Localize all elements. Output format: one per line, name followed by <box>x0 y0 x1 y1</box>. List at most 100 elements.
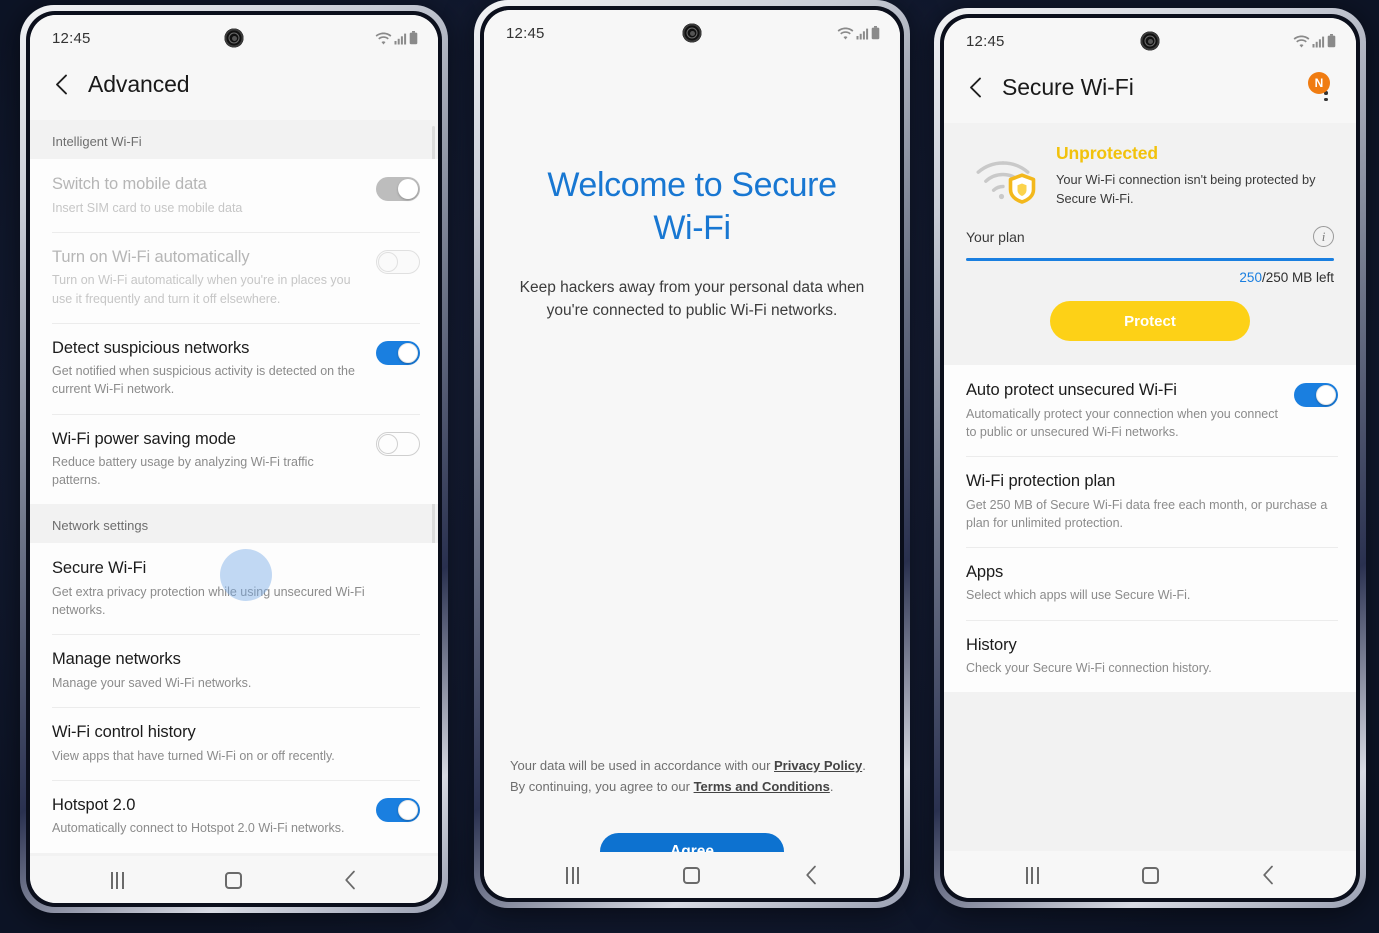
row-subtitle: Reduce battery usage by analyzing Wi-Fi … <box>52 455 314 488</box>
privacy-policy-link[interactable]: Privacy Policy <box>774 758 862 773</box>
row-title: Wi-Fi power saving mode <box>52 429 236 448</box>
toggle-knob <box>398 342 418 363</box>
setting-row-wifi-control-history[interactable]: Wi-Fi control history View apps that hav… <box>30 707 438 780</box>
home-icon[interactable] <box>1141 866 1159 884</box>
setting-row-hotspot-20[interactable]: Hotspot 2.0 Automatically connect to Hot… <box>30 779 438 853</box>
menu-dot <box>1324 97 1328 102</box>
page-title: Advanced <box>88 71 190 97</box>
status-time: 12:45 <box>52 29 91 47</box>
status-time: 12:45 <box>506 24 545 42</box>
legal-part-3: . <box>829 778 834 794</box>
battery-icon <box>1327 34 1336 48</box>
recent-apps-icon[interactable] <box>110 871 124 889</box>
row-subtitle: Select which apps will use Secure Wi-Fi. <box>966 588 1191 603</box>
terms-and-conditions-link[interactable]: Terms and Conditions <box>694 779 830 794</box>
settings-scroll-area[interactable]: Intelligent Wi-Fi Switch to mobile data … <box>30 120 438 856</box>
row-text: History Check your Secure Wi-Fi connecti… <box>966 635 1338 678</box>
chevron-left-icon <box>55 74 67 95</box>
toggle-auto-protect-unsecured-wifi[interactable] <box>1294 383 1338 408</box>
toggle-wifi-power-saving-mode[interactable] <box>376 431 420 456</box>
wifi-icon <box>837 27 854 39</box>
nav-bar-1 <box>30 857 438 903</box>
setting-row-apps[interactable]: Apps Select which apps will use Secure W… <box>944 546 1356 620</box>
setting-row-auto-protect-unsecured-wifi[interactable]: Auto protect unsecured Wi-Fi Automatical… <box>944 365 1356 456</box>
wifi-icon <box>1293 35 1310 47</box>
legal-part-1: Your data will be used in accordance wit… <box>510 757 775 773</box>
status-time: 12:45 <box>966 32 1005 50</box>
recent-apps-icon[interactable] <box>1025 866 1039 884</box>
status-bar-3: 12:45 <box>944 18 1356 64</box>
phone-bezel-1: 12:45 Advanced Intelligent Wi-Fi Switch … <box>26 11 442 907</box>
protection-status-row: Unprotected Your Wi-Fi connection isn't … <box>966 141 1334 222</box>
notification-badge: N <box>1308 72 1330 94</box>
battery-icon <box>409 31 418 45</box>
secure-wifi-scroll-area[interactable]: Unprotected Your Wi-Fi connection isn't … <box>944 123 1356 851</box>
back-icon[interactable] <box>344 870 357 890</box>
toggle-hotspot-20[interactable] <box>376 797 420 822</box>
wifi-shield-unprotected-icon <box>966 147 1040 205</box>
nav-bar-2 <box>484 852 900 898</box>
recent-apps-icon[interactable] <box>566 866 580 884</box>
setting-row-manage-networks[interactable]: Manage networks Manage your saved Wi-Fi … <box>30 634 438 707</box>
toggle-knob <box>398 799 418 820</box>
welcome-top: Welcome to Secure Wi-Fi Keep hackers awa… <box>484 56 900 322</box>
row-text: Hotspot 2.0 Automatically connect to Hot… <box>52 795 362 838</box>
toggle-detect-suspicious-networks[interactable] <box>376 340 420 365</box>
toggle-turn-on-wifi-automatically[interactable] <box>376 249 420 274</box>
plan-row: Your plan i <box>966 222 1334 248</box>
setting-row-wifi-power-saving-mode[interactable]: Wi-Fi power saving mode Reduce battery u… <box>30 413 438 505</box>
protect-button[interactable]: Protect <box>1050 301 1250 342</box>
welcome-content: Welcome to Secure Wi-Fi Keep hackers awa… <box>484 56 900 898</box>
row-text: Apps Select which apps will use Secure W… <box>966 562 1338 605</box>
phone-bezel-3: 12:45 Secure Wi-Fi N Unprotected Your Wi… <box>940 14 1360 902</box>
row-title: Manage networks <box>52 650 181 669</box>
chevron-left-icon <box>969 77 981 98</box>
plan-progress-bar <box>966 258 1334 262</box>
setting-row-detect-suspicious-networks[interactable]: Detect suspicious networks Get notified … <box>30 322 438 414</box>
phone-device-1: 12:45 Advanced Intelligent Wi-Fi Switch … <box>20 5 448 913</box>
row-title: Auto protect unsecured Wi-Fi <box>966 381 1177 400</box>
setting-row-switch-to-mobile-data[interactable]: Switch to mobile data Insert SIM card to… <box>30 159 438 232</box>
screenshot-stage: 12:45 Advanced Intelligent Wi-Fi Switch … <box>0 0 1379 933</box>
row-title: Wi-Fi protection plan <box>966 471 1116 490</box>
section-header-network-settings: Network settings <box>30 504 438 544</box>
home-icon[interactable] <box>683 866 701 884</box>
more-vertical-icon[interactable]: N <box>1308 72 1338 108</box>
phone-screen-secure-wifi: 12:45 Secure Wi-Fi N Unprotected Your Wi… <box>944 18 1356 898</box>
app-header-advanced: Advanced <box>30 61 438 120</box>
toggle-switch-to-mobile-data[interactable] <box>376 177 420 201</box>
info-icon[interactable]: i <box>1313 226 1334 248</box>
back-icon[interactable] <box>805 865 818 885</box>
back-button[interactable] <box>48 72 74 98</box>
toggle-knob <box>398 179 418 199</box>
row-title: History <box>966 635 1017 654</box>
wifi-icon <box>375 32 392 44</box>
cellular-signal-icon <box>856 28 869 39</box>
phone-screen-welcome: 12:45 Welcome to Secure Wi-Fi Keep hacke… <box>484 10 900 898</box>
setting-row-secure-wifi[interactable]: Secure Wi-Fi Get extra privacy protectio… <box>30 543 438 635</box>
secure-wifi-hero: Unprotected Your Wi-Fi connection isn't … <box>944 123 1356 366</box>
battery-icon <box>871 26 880 40</box>
setting-row-history[interactable]: History Check your Secure Wi-Fi connecti… <box>944 619 1356 693</box>
back-icon[interactable] <box>1262 865 1275 885</box>
phone-device-2: 12:45 Welcome to Secure Wi-Fi Keep hacke… <box>474 0 910 908</box>
row-subtitle: Insert SIM card to use mobile data <box>52 200 243 215</box>
plan-remaining-text: 250/250 MB left <box>966 270 1334 285</box>
row-text: Manage networks Manage your saved Wi-Fi … <box>52 649 420 692</box>
row-title: Switch to mobile data <box>52 175 207 193</box>
toggle-knob <box>378 433 398 454</box>
row-subtitle: Turn on Wi-Fi automatically when you're … <box>52 273 351 306</box>
home-icon[interactable] <box>225 871 243 889</box>
row-text: Secure Wi-Fi Get extra privacy protectio… <box>52 558 420 619</box>
toggle-knob <box>1316 385 1336 406</box>
status-icons-group <box>837 26 880 41</box>
phone-screen-advanced-settings: 12:45 Advanced Intelligent Wi-Fi Switch … <box>30 15 438 903</box>
row-subtitle: Automatically connect to Hotspot 2.0 Wi-… <box>52 821 345 836</box>
setting-row-wifi-protection-plan[interactable]: Wi-Fi protection plan Get 250 MB of Secu… <box>944 455 1356 547</box>
setting-row-turn-on-wifi-automatically[interactable]: Turn on Wi-Fi automatically Turn on Wi-F… <box>30 231 438 323</box>
legal-text: Your data will be used in accordance wit… <box>484 755 900 797</box>
status-icons-group <box>1293 34 1336 49</box>
row-subtitle: Manage your saved Wi-Fi networks. <box>52 675 252 690</box>
back-button[interactable] <box>962 75 988 101</box>
